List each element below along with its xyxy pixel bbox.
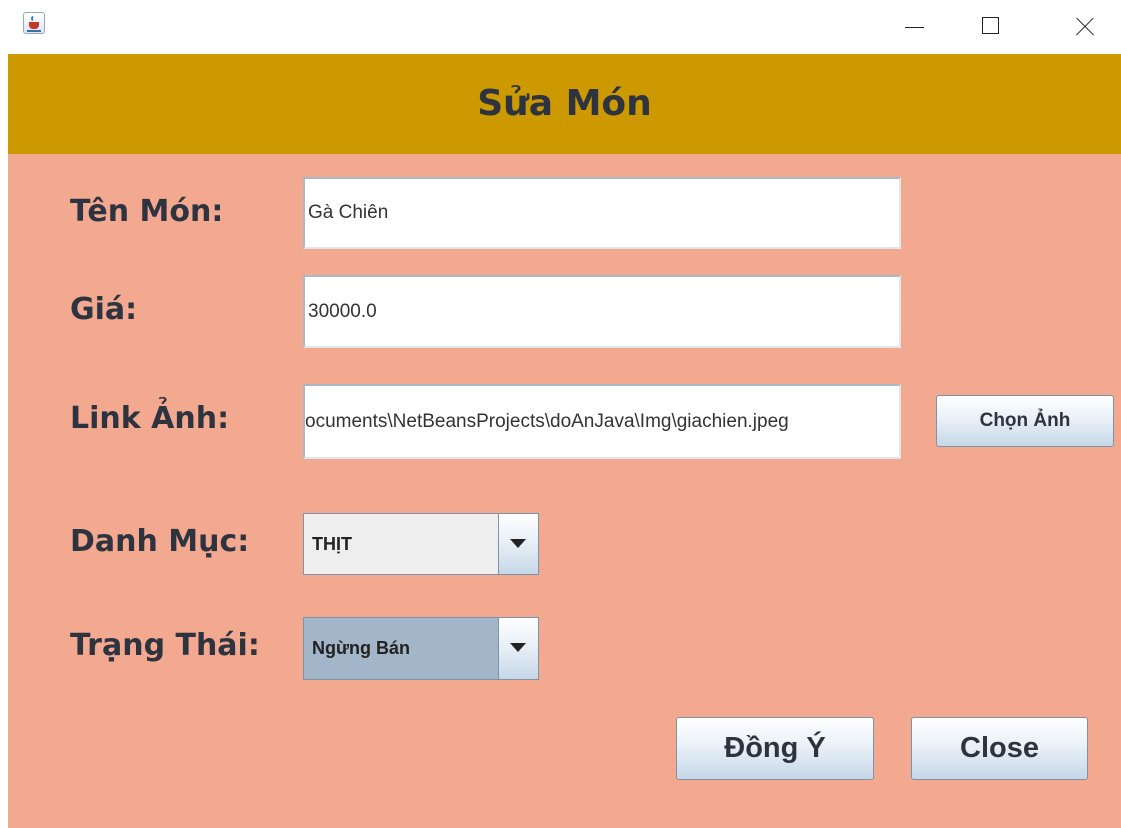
image-link-field[interactable]: ocuments\NetBeansProjects\doAnJava\Img\g… <box>303 384 901 459</box>
edit-dish-window: Sửa Món Tên Món: Gà Chiên Giá: 30000.0 L… <box>0 0 1121 828</box>
image-link-label: Link Ảnh: <box>70 401 230 436</box>
header-band: Sửa Món <box>8 54 1121 154</box>
category-dropdown[interactable]: THỊT <box>303 513 539 575</box>
name-field[interactable]: Gà Chiên <box>303 177 901 249</box>
title-bar <box>0 0 1121 54</box>
chevron-down-icon[interactable] <box>498 618 538 679</box>
status-dropdown-value: Ngừng Bán <box>304 618 498 679</box>
chevron-down-icon[interactable] <box>498 514 538 574</box>
name-label: Tên Món: <box>70 194 224 229</box>
choose-image-button[interactable]: Chọn Ảnh <box>936 395 1114 447</box>
image-link-field-value: ocuments\NetBeansProjects\doAnJava\Img\g… <box>305 411 789 432</box>
category-label: Danh Mục: <box>70 524 250 559</box>
ok-button[interactable]: Đồng Ý <box>676 717 874 780</box>
java-cup-icon <box>23 12 45 34</box>
close-button[interactable]: Close <box>911 717 1088 780</box>
status-dropdown[interactable]: Ngừng Bán <box>303 617 539 680</box>
minimize-icon[interactable] <box>886 0 944 54</box>
price-field[interactable]: 30000.0 <box>303 275 901 348</box>
price-field-value: 30000.0 <box>308 301 377 322</box>
page-title: Sửa Món <box>477 83 652 124</box>
name-field-value: Gà Chiên <box>308 202 389 223</box>
maximize-icon[interactable] <box>962 0 1020 54</box>
category-dropdown-value: THỊT <box>312 533 352 554</box>
price-label: Giá: <box>70 292 138 327</box>
status-label: Trạng Thái: <box>70 628 260 663</box>
form-body: Tên Món: Gà Chiên Giá: 30000.0 Link Ảnh:… <box>8 154 1121 828</box>
close-icon[interactable] <box>1056 0 1114 54</box>
